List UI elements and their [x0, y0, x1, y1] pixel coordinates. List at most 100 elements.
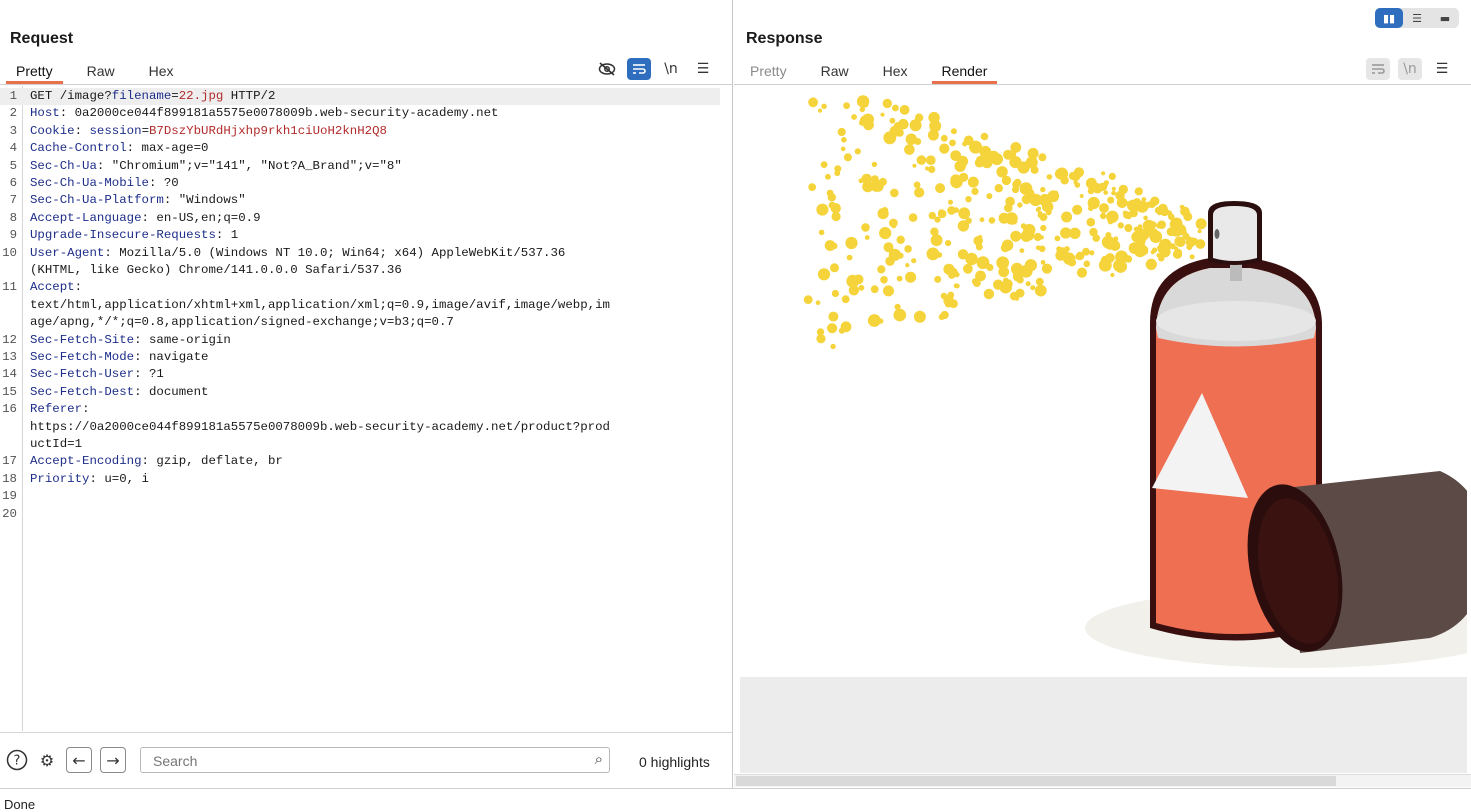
line-number: 1 — [9, 89, 17, 103]
request-tab-raw[interactable]: Raw — [77, 60, 125, 84]
code-line[interactable]: 14 Sec-Fetch-User: ?1 — [0, 366, 720, 383]
code-line[interactable]: 4 Cache-Control: max-age=0 — [0, 140, 720, 157]
horizontal-scrollbar[interactable] — [734, 774, 1471, 787]
code-token: Sec-Fetch-Dest — [30, 384, 135, 399]
arrow-left-icon[interactable]: ← — [66, 747, 92, 773]
code-line[interactable]: 12 Sec-Fetch-Site: same-origin — [0, 332, 720, 349]
code-line[interactable]: 10 User-Agent: Mozilla/5.0 (Windows NT 10… — [0, 245, 720, 262]
code-token: = — [171, 89, 179, 103]
code-line[interactable]: 19 — [0, 488, 720, 505]
line-number: 10 — [2, 245, 17, 260]
spray-dot — [1012, 263, 1019, 270]
response-tab-render[interactable]: Render — [931, 60, 998, 84]
spray-dot — [1060, 176, 1069, 185]
word-wrap-icon[interactable] — [1366, 58, 1390, 80]
scrollbar-thumb[interactable] — [736, 776, 1336, 786]
code-token: Sec-Ch-Ua-Mobile — [30, 176, 149, 190]
spray-dot — [867, 314, 881, 327]
line-number: 7 — [9, 193, 17, 208]
spray-dot — [1125, 213, 1132, 220]
search-icon[interactable]: ⌕ — [595, 750, 603, 768]
code-token: GET /image? — [30, 89, 112, 103]
spray-dot — [1040, 260, 1046, 265]
spray-dot — [1027, 147, 1039, 159]
request-editor[interactable]: 1 GET /image?filename=22.jpg HTTP/2 2 Host:… — [0, 86, 732, 731]
request-tab-pretty[interactable]: Pretty — [6, 60, 63, 84]
code-line[interactable]: age/apng,*/*;q=0.8,application/signed-ex… — [0, 314, 720, 331]
newline-toggle[interactable]: \n — [1398, 58, 1422, 80]
request-tab-hex[interactable]: Hex — [139, 60, 184, 84]
code-line[interactable]: uctId=1 — [0, 436, 720, 453]
search-bar: ? ⚙ ← → ⌕ 0 highlights — [0, 732, 732, 788]
stacked-icon[interactable]: ☰ — [1403, 8, 1431, 28]
spray-dot — [1141, 197, 1147, 202]
code-line[interactable]: (KHTML, like Gecko) Chrome/141.0.0.0 Saf… — [0, 262, 720, 279]
response-tab-raw[interactable]: Raw — [811, 60, 859, 84]
code-token: Cookie — [30, 123, 75, 138]
code-line[interactable]: 18 Priority: u=0, i — [0, 471, 720, 488]
spray-dot — [883, 285, 894, 297]
code-line[interactable]: 7 Sec-Ch-Ua-Platform: "Windows" — [0, 192, 720, 209]
spray-dot — [1005, 196, 1015, 207]
code-line[interactable]: 15 Sec-Fetch-Dest: document — [0, 384, 720, 401]
spray-dot — [880, 112, 885, 117]
gear-icon[interactable]: ⚙ — [34, 747, 60, 773]
code-line[interactable]: 6 Sec-Ch-Ua-Mobile: ?0 — [0, 175, 720, 192]
spray-dot — [1129, 203, 1138, 212]
spray-dot — [928, 211, 936, 220]
line-number: 15 — [2, 384, 17, 399]
code-line[interactable]: 20 — [0, 506, 720, 523]
code-text: Accept-Encoding: gzip, deflate, br — [30, 453, 720, 470]
spray-dot — [988, 217, 996, 224]
svg-text:?: ? — [14, 754, 21, 769]
code-token: Upgrade-Insecure-Requests — [30, 228, 216, 243]
arrow-right-icon[interactable]: → — [100, 747, 126, 773]
spray-dot — [1040, 224, 1047, 232]
hamburger-menu-icon[interactable]: ☰ — [1430, 58, 1454, 80]
side-by-side-icon[interactable]: ▮▮ — [1375, 8, 1403, 28]
code-text: Sec-Ch-Ua-Mobile: ?0 — [30, 175, 720, 192]
spray-dot — [1106, 210, 1119, 223]
newline-toggle[interactable]: \n — [659, 58, 683, 80]
code-line[interactable]: text/html,application/xhtml+xml,applicat… — [0, 297, 720, 314]
help-icon[interactable]: ? — [4, 747, 30, 773]
code-line[interactable]: 17 Accept-Encoding: gzip, deflate, br — [0, 453, 720, 470]
code-line[interactable]: https://0a2000ce044f899181a5575e0078009b… — [0, 419, 720, 436]
spray-dot — [1035, 277, 1044, 286]
spray-dot — [1108, 172, 1116, 180]
response-tab-pretty[interactable]: Pretty — [740, 60, 797, 84]
code-line[interactable]: 9 Upgrade-Insecure-Requests: 1 — [0, 227, 720, 244]
code-line[interactable]: 13 Sec-Fetch-Mode: navigate — [0, 349, 720, 366]
spray-dot — [947, 291, 955, 299]
spray-dot — [905, 133, 917, 145]
single-pane-icon[interactable]: ▬ — [1431, 8, 1459, 28]
code-line[interactable]: 5 Sec-Ch-Ua: "Chromium";v="141", "Not?A_B… — [0, 158, 720, 175]
response-tab-hex[interactable]: Hex — [873, 60, 918, 84]
spray-dot — [1157, 244, 1167, 254]
line-number: 6 — [9, 176, 17, 190]
spray-dot — [1076, 267, 1088, 278]
code-line[interactable]: 1 GET /image?filename=22.jpg HTTP/2 — [0, 88, 720, 106]
spray-dot — [828, 201, 836, 209]
line-number: 2 — [9, 106, 17, 121]
spray-dot — [864, 235, 870, 240]
search-input[interactable] — [151, 752, 575, 770]
spray-dot — [891, 224, 897, 229]
code-line[interactable]: 8 Accept-Language: en-US,en;q=0.9 — [0, 210, 720, 227]
code-line[interactable]: 11 Accept: — [0, 279, 720, 296]
request-tabs: Pretty Raw Hex — [6, 60, 198, 84]
code-token: : "Windows" — [163, 193, 246, 208]
code-token: User-Agent — [30, 245, 105, 260]
spray-dot — [950, 174, 962, 186]
spray-dot — [929, 120, 942, 133]
spray-dot — [1067, 258, 1077, 267]
code-line[interactable]: 2 Host: 0a2000ce044f899181a5575e0078009b.… — [0, 105, 720, 122]
eye-slash-icon[interactable] — [595, 58, 619, 80]
spray-dot — [827, 323, 838, 334]
line-number: 4 — [9, 141, 17, 156]
code-line[interactable]: 16 Referer: — [0, 401, 720, 418]
hamburger-menu-icon[interactable]: ☰ — [691, 58, 715, 80]
code-line[interactable]: 3 Cookie: session=B7DszYbURdHjxhp9rkh1ciU… — [0, 123, 720, 140]
spray-dot — [1042, 197, 1051, 206]
word-wrap-icon[interactable] — [627, 58, 651, 80]
